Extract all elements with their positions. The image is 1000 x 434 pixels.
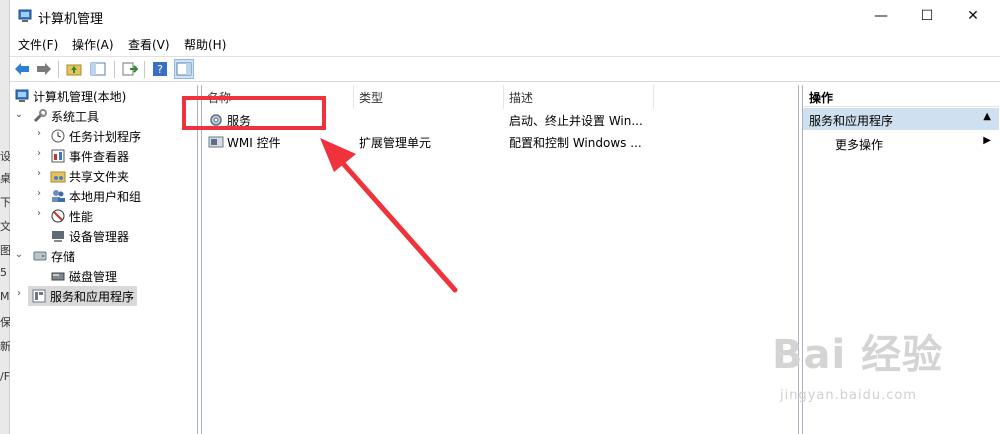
background-desktop-strip: 设 桌 下 文 图 5 M 保 新 /F [0,0,10,434]
desk-char: 设 [0,150,10,163]
desk-char: /F [0,370,10,383]
tree-item-label: 服务和应用程序 [50,289,135,304]
menu-bar: 文件(F) 操作(A) 查看(V) 帮助(H) [10,32,1000,54]
wmi-control-icon [208,136,224,148]
console-tree: 计算机管理(本地) ⌄ 系统工具 › 任务计划程序 › 事件查看器 › 共享文件… [10,85,198,434]
results-list: 名称 类型 描述 服务 启动、终止并设置 Win... WMI 控件 扩展管理单… [201,85,799,434]
storage-icon [33,251,47,261]
tree-item-storage[interactable]: 存储 [32,246,75,266]
row-type: 扩展管理单元 [359,136,432,150]
minimize-button[interactable]: — [858,0,904,32]
disk-icon [51,272,65,281]
row-description: 启动、终止并设置 Win... [509,114,643,128]
desk-char: 下 [0,196,10,209]
action-group-services-apps[interactable]: 服务和应用程序 ▲ [803,108,999,130]
expand-arrow-icon[interactable]: › [34,208,44,219]
tree-item-services-apps[interactable]: 服务和应用程序 [28,286,138,306]
row-name: WMI 控件 [227,136,281,150]
action-group-label: 服务和应用程序 [809,114,894,128]
selected-highlight: 服务和应用程序 [28,286,138,306]
action-more-actions[interactable]: 更多操作 ▶ [803,132,999,154]
actions-header: 操作 [803,85,999,107]
tree-item-label: 存储 [51,249,76,264]
tree-item-label: 系统工具 [51,109,100,124]
up-folder-icon[interactable] [64,59,84,79]
expand-arrow-icon[interactable]: › [34,188,44,199]
window-title: 计算机管理 [38,12,104,27]
menu-view[interactable]: 查看(V) [128,36,170,53]
tree-item-shared-folders[interactable]: 共享文件夹 [50,166,129,186]
watermark-logo: Bai 经验 [772,332,944,378]
list-row-wmi[interactable]: WMI 控件 扩展管理单元 配置和控制 Windows ... [202,131,800,153]
tree-item-performance[interactable]: 性能 [50,206,93,226]
expand-arrow-icon[interactable]: › [34,148,44,159]
collapse-arrow-icon[interactable]: ⌄ [14,109,24,120]
watermark-url: jingyan.baidu.com [780,388,917,403]
tree-item-task-scheduler[interactable]: 任务计划程序 [50,126,141,146]
forward-icon[interactable] [34,59,54,79]
menu-help[interactable]: 帮助(H) [184,36,226,53]
title-bar: 计算机管理 — ☐ ✕ [10,0,1000,32]
tools-icon [33,109,47,123]
collapse-arrow-icon[interactable]: ⌄ [14,249,24,260]
desk-char: 5 [0,266,7,279]
export-icon[interactable] [120,59,140,79]
tree-item-label: 任务计划程序 [69,129,142,144]
toolbar-separator [58,61,59,78]
tree-item-label: 事件查看器 [69,149,130,164]
submenu-arrow-icon: ▶ [983,135,991,146]
computer-management-icon [15,89,29,102]
expand-arrow-icon[interactable]: › [34,128,44,139]
back-icon[interactable] [12,59,32,79]
device-manager-icon [52,231,64,242]
menu-file[interactable]: 文件(F) [18,36,58,53]
row-description: 配置和控制 Windows ... [509,136,642,150]
desk-char: 文 [0,220,10,233]
event-viewer-icon [51,149,65,163]
toolbar-separator [144,61,145,78]
shared-folder-icon [50,171,66,183]
computer-management-icon [18,9,32,22]
computer-management-window: 计算机管理 — ☐ ✕ 文件(F) 操作(A) 查看(V) 帮助(H) ? 计算… [10,0,1000,434]
show-hide-tree-icon[interactable] [88,59,108,79]
svg-text:?: ? [157,63,163,76]
desk-char: 保 [0,316,10,329]
maximize-button[interactable]: ☐ [904,0,950,32]
tree-item-label: 磁盘管理 [69,269,118,284]
clock-icon [51,129,65,143]
baidu-watermark: Bai 经验 jingyan.baidu.com [772,322,1000,422]
desk-char: 新 [0,340,10,353]
column-header-type[interactable]: 类型 [354,85,504,109]
tree-item-device-manager[interactable]: 设备管理器 [50,226,129,246]
help-icon[interactable]: ? [150,59,170,79]
tree-item-label: 计算机管理(本地) [33,89,127,104]
tree-item-label: 性能 [69,209,94,224]
tree-item-disk-management[interactable]: 磁盘管理 [50,266,117,286]
menu-action[interactable]: 操作(A) [72,36,114,53]
toolbar: ? [10,56,1000,82]
desk-char: 桌 [0,172,10,185]
tree-item-label: 本地用户和组 [69,189,142,204]
column-header-description[interactable]: 描述 [504,85,654,109]
desk-char: 图 [0,244,10,257]
performance-icon [51,209,65,223]
tree-item-local-users[interactable]: 本地用户和组 [50,186,141,206]
toolbar-separator [114,61,115,78]
annotation-highlight-box [182,96,326,130]
tree-item-label: 共享文件夹 [69,169,130,184]
desk-char: M [0,290,10,303]
show-action-pane-icon[interactable] [174,59,194,79]
users-icon [52,190,65,202]
close-button[interactable]: ✕ [950,0,996,32]
services-apps-icon [32,289,46,303]
tree-item-root[interactable]: 计算机管理(本地) [14,86,126,106]
expand-arrow-icon[interactable]: › [34,168,44,179]
action-item-label: 更多操作 [835,138,884,152]
collapse-triangle-icon[interactable]: ▲ [983,111,991,122]
tree-item-label: 设备管理器 [69,229,130,244]
tree-item-system-tools[interactable]: 系统工具 [32,106,99,126]
tree-item-event-viewer[interactable]: 事件查看器 [50,146,129,166]
expand-arrow-icon[interactable]: › [14,288,24,299]
